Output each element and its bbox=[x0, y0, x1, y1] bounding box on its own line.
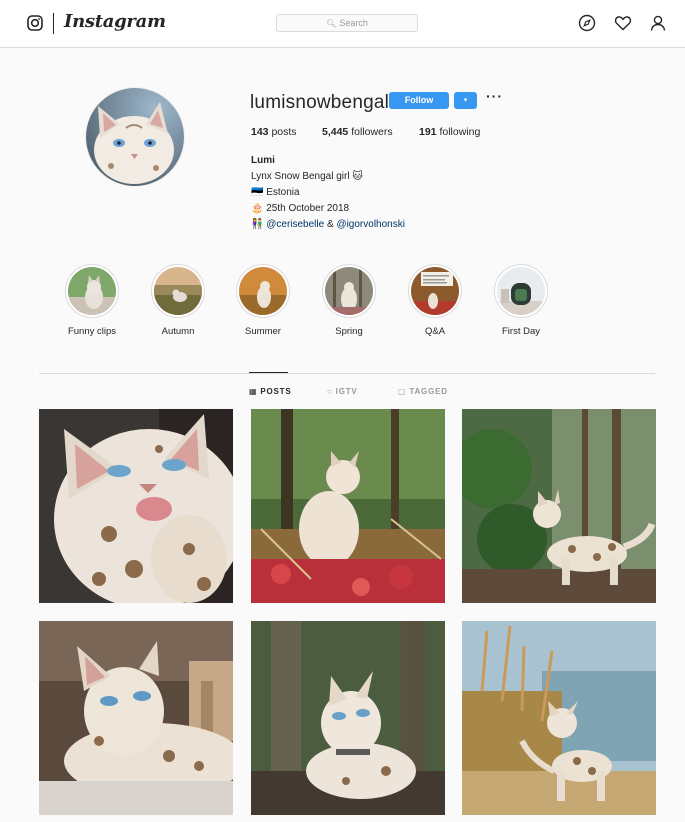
highlight-ring bbox=[322, 264, 376, 318]
stat-followers[interactable]: 5,445 followers bbox=[322, 126, 393, 138]
suggested-accounts-dropdown-button[interactable]: ▾ bbox=[454, 92, 477, 109]
profile-username: lumisnowbengal bbox=[250, 92, 390, 113]
bio-line-birthday: 🎂 25th October 2018 bbox=[251, 203, 350, 214]
heart-icon[interactable] bbox=[614, 14, 632, 32]
highlight-cover-image bbox=[325, 267, 373, 315]
profile-bio: Lumi Lynx Snow Bengal girl 🐱 🇪🇪 Estonia … bbox=[251, 153, 405, 233]
highlight-ring bbox=[151, 264, 205, 318]
more-options-button[interactable]: ··· bbox=[486, 88, 503, 104]
bio-ampersand: & bbox=[324, 219, 337, 230]
tab-igtv-label: IGTV bbox=[335, 387, 358, 396]
tab-igtv[interactable]: ○ IGTV bbox=[327, 387, 358, 396]
following-label: following bbox=[439, 126, 481, 138]
stat-following[interactable]: 191 following bbox=[419, 126, 480, 138]
tab-tagged-label: TAGGED bbox=[409, 387, 448, 396]
highlight-funny-clips[interactable]: Funny clips bbox=[52, 264, 132, 337]
stat-posts: 143 posts bbox=[251, 126, 297, 138]
followers-count: 5,445 bbox=[322, 126, 349, 138]
highlight-q-and-a[interactable]: Q&A bbox=[395, 264, 475, 337]
highlight-ring bbox=[236, 264, 290, 318]
following-count: 191 bbox=[419, 126, 437, 138]
highlight-cover-image bbox=[239, 267, 287, 315]
search-input[interactable]: 🔍︎ Search bbox=[276, 14, 418, 32]
search-placeholder: Search bbox=[339, 18, 368, 28]
grid-icon: ▦ bbox=[249, 387, 258, 396]
profile-tabs-divider bbox=[39, 373, 655, 374]
highlight-ring bbox=[408, 264, 462, 318]
top-navigation-bar: Instagram 🔍︎ Search bbox=[0, 0, 685, 48]
bio-line-breed: Lynx Snow Bengal girl 🐱 bbox=[251, 171, 363, 182]
profile-avatar[interactable] bbox=[85, 87, 185, 187]
posts-label: posts bbox=[271, 126, 297, 138]
post-thumbnail[interactable] bbox=[251, 409, 445, 603]
chevron-down-icon: ▾ bbox=[463, 97, 468, 104]
compass-icon[interactable] bbox=[578, 14, 596, 32]
active-tab-indicator bbox=[249, 372, 288, 373]
post-thumbnail[interactable] bbox=[251, 621, 445, 815]
highlight-cover-image bbox=[411, 267, 459, 315]
ellipsis-icon: ··· bbox=[486, 88, 503, 104]
highlight-cover-image bbox=[68, 267, 116, 315]
instagram-wordmark[interactable]: Instagram bbox=[64, 11, 166, 32]
highlight-summer[interactable]: Summer bbox=[223, 264, 303, 337]
tab-tagged[interactable]: ▢ TAGGED bbox=[398, 387, 448, 396]
tagged-icon: ▢ bbox=[398, 387, 407, 396]
highlight-ring bbox=[65, 264, 119, 318]
post-thumbnail[interactable] bbox=[462, 621, 656, 815]
couple-icon: 👫 bbox=[251, 219, 264, 230]
tab-posts[interactable]: ▦ POSTS bbox=[249, 387, 292, 396]
post-thumbnail[interactable] bbox=[462, 409, 656, 603]
follow-button[interactable]: Follow bbox=[389, 92, 449, 109]
bio-name: Lumi bbox=[251, 155, 275, 166]
highlight-label: Funny clips bbox=[67, 326, 117, 337]
search-icon: 🔍︎ bbox=[326, 19, 337, 28]
highlight-autumn[interactable]: Autumn bbox=[138, 264, 218, 337]
highlight-ring bbox=[494, 264, 548, 318]
followers-label: followers bbox=[351, 126, 393, 138]
highlight-label: Spring bbox=[335, 326, 363, 337]
bio-line-location: 🇪🇪 Estonia bbox=[251, 187, 300, 198]
highlight-cover-image bbox=[497, 267, 545, 315]
profile-icon[interactable] bbox=[649, 14, 667, 32]
igtv-icon: ○ bbox=[327, 387, 333, 396]
mention-link-cerisebelle[interactable]: @cerisebelle bbox=[266, 219, 324, 230]
highlight-label: Q&A bbox=[424, 326, 446, 337]
post-thumbnail[interactable] bbox=[39, 409, 233, 603]
highlight-label: First Day bbox=[502, 326, 540, 337]
instagram-logo-icon[interactable] bbox=[27, 15, 43, 31]
highlight-first-day[interactable]: First Day bbox=[481, 264, 561, 337]
posts-count: 143 bbox=[251, 126, 269, 138]
tab-posts-label: POSTS bbox=[260, 387, 292, 396]
mention-link-igorvolhonski[interactable]: @igorvolhonski bbox=[336, 219, 405, 230]
logo-divider bbox=[53, 13, 54, 34]
highlight-label: Autumn bbox=[161, 326, 195, 337]
highlight-label: Summer bbox=[245, 326, 281, 337]
highlight-cover-image bbox=[154, 267, 202, 315]
post-thumbnail[interactable] bbox=[39, 621, 233, 815]
bio-line-owners: 👫 @cerisebelle & @igorvolhonski bbox=[251, 217, 405, 233]
highlight-spring[interactable]: Spring bbox=[309, 264, 389, 337]
